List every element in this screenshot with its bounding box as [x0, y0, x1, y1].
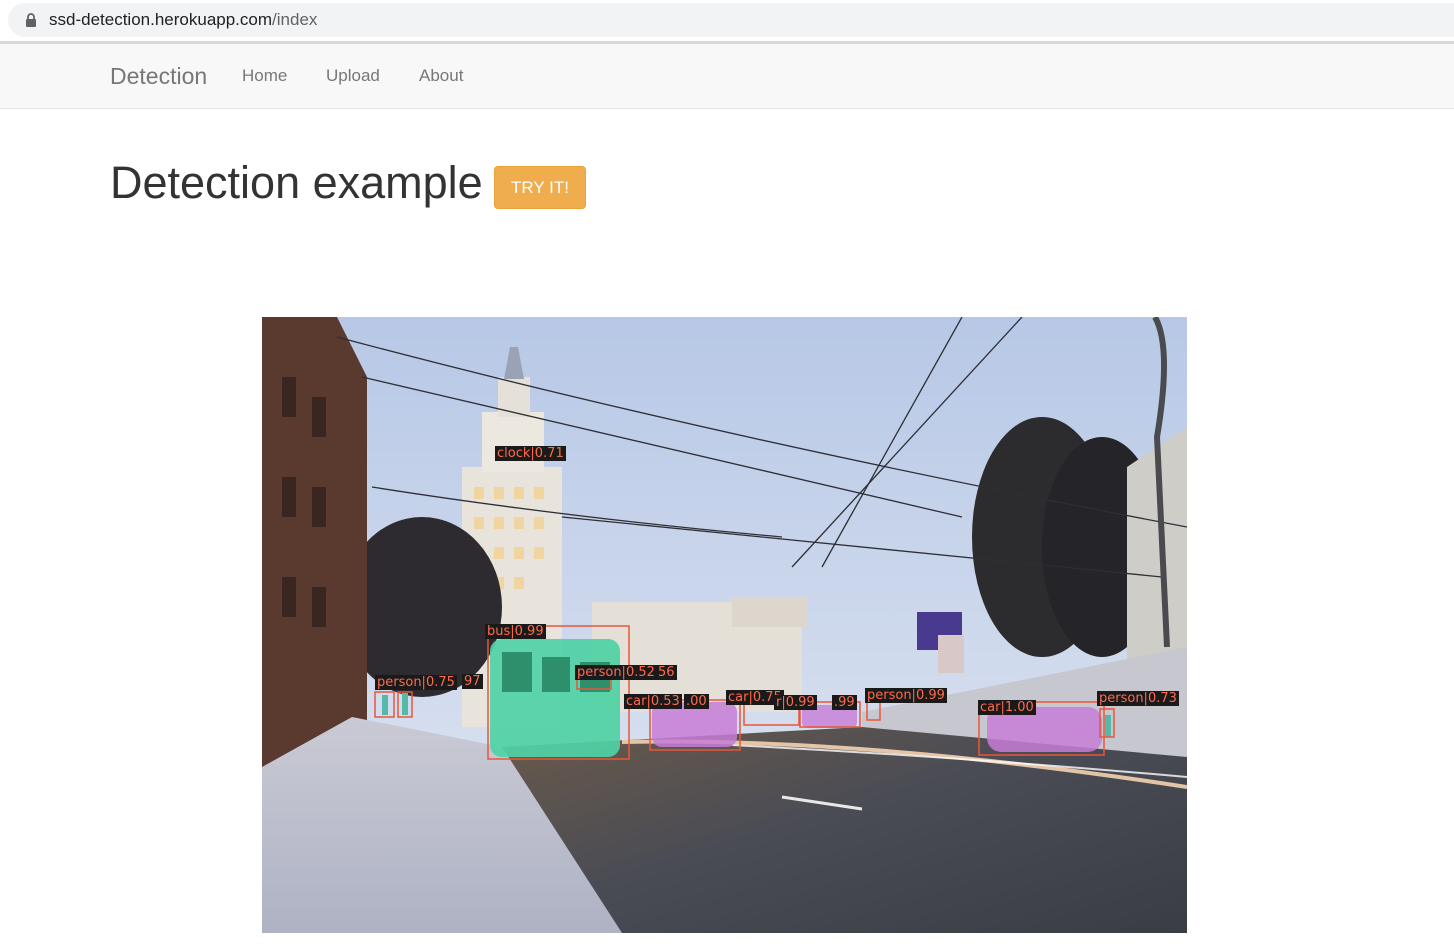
detection-label-car-5: .99	[832, 695, 857, 710]
detection-label-person-2: 97	[462, 674, 483, 689]
browser-address-bar: ssd-detection.herokuapp.com/index	[0, 0, 1454, 44]
detection-label-person-1: person|0.75	[375, 675, 457, 690]
try-it-button[interactable]: TRY IT!	[494, 166, 586, 209]
page-title: Detection example	[110, 157, 483, 208]
navbar-brand[interactable]: Detection	[110, 63, 207, 90]
url-field[interactable]: ssd-detection.herokuapp.com/index	[8, 3, 1454, 37]
url-path: /index	[272, 10, 318, 29]
nav-link-upload[interactable]: Upload	[326, 66, 380, 86]
street-scene	[262, 317, 1187, 933]
nav-link-home[interactable]: Home	[242, 66, 287, 86]
detection-label-person-6: person|0.73	[1097, 691, 1179, 706]
detection-label-car-6: car|1.00	[978, 700, 1036, 715]
detection-label-car-4: r|0.99	[774, 695, 817, 710]
detection-label-person-4: 56	[656, 665, 677, 680]
url-text: ssd-detection.herokuapp.com/index	[49, 10, 317, 30]
url-host: ssd-detection.herokuapp.com	[49, 10, 273, 29]
detection-label-person-5: person|0.99	[865, 688, 947, 703]
detection-label-bus: bus|0.99	[485, 624, 546, 639]
lock-icon	[26, 13, 36, 27]
detection-label-car-2: .00	[684, 694, 709, 709]
detection-label-person-3: person|0.52	[575, 665, 657, 680]
detection-label-car-1: car|0.53	[624, 694, 682, 709]
nav-link-about[interactable]: About	[419, 66, 463, 86]
detection-result-image: clock|0.71 bus|0.99 person|0.75 97 perso…	[262, 317, 1187, 933]
navbar: Detection Home Upload About	[0, 44, 1454, 109]
detection-label-clock: clock|0.71	[495, 446, 566, 461]
